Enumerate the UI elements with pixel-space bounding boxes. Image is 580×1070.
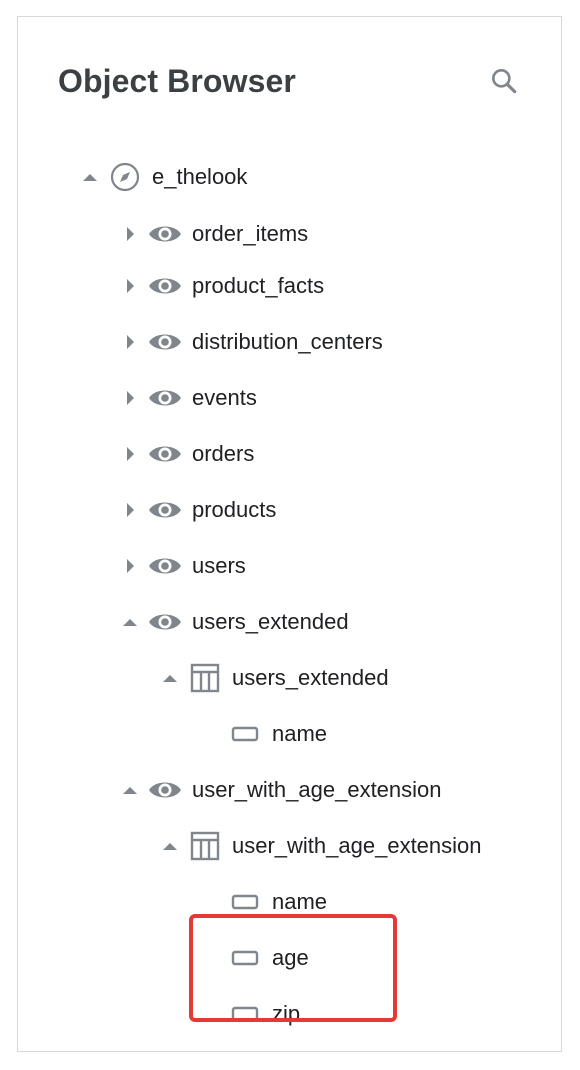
caret-up-icon[interactable]	[118, 610, 142, 634]
tree-item-label: events	[192, 385, 257, 410]
eye-icon	[148, 493, 182, 527]
compass-icon	[108, 160, 142, 194]
tree-item-label: users_extended	[232, 665, 389, 690]
tree-item-label: product_facts	[192, 273, 325, 298]
eye-icon	[148, 325, 182, 359]
tree-item-distribution-centers[interactable]: distribution_centers	[118, 322, 383, 362]
tree-item-label: users	[192, 553, 246, 578]
table-icon	[188, 661, 222, 695]
caret-up-icon[interactable]	[158, 666, 182, 690]
eye-icon	[148, 381, 182, 415]
eye-icon	[148, 605, 182, 639]
caret-right-icon[interactable]	[118, 274, 142, 298]
dimension-icon	[228, 717, 262, 751]
tree-item-order-items[interactable]: order_items	[118, 214, 308, 254]
caret-right-icon[interactable]	[118, 498, 142, 522]
caret-right-icon[interactable]	[118, 386, 142, 410]
eye-icon	[148, 437, 182, 471]
tree-item-label: orders	[192, 441, 255, 466]
tree-item-label: users_extended	[192, 609, 349, 634]
eye-icon	[148, 217, 182, 251]
eye-icon	[148, 549, 182, 583]
tree-item-e-thelook[interactable]: e_thelook	[78, 157, 247, 197]
caret-right-icon[interactable]	[118, 330, 142, 354]
caret-right-icon[interactable]	[118, 222, 142, 246]
tree-item-label: order_items	[192, 221, 309, 246]
panel-title: Object Browser	[58, 63, 296, 99]
tree-item-explore-users-extended[interactable]: users_extended	[158, 658, 389, 698]
table-icon	[188, 829, 222, 863]
search-icon[interactable]	[488, 65, 520, 97]
tree-item-label: e_thelook	[152, 164, 248, 189]
tree-item-field-name[interactable]: name	[222, 714, 327, 754]
tree-item-label: name	[272, 721, 328, 746]
tree-item-users[interactable]: users	[118, 546, 246, 586]
tree-item-label: user_with_age_extension	[232, 833, 482, 858]
eye-icon	[148, 269, 182, 303]
tree-item-products[interactable]: products	[118, 490, 276, 530]
caret-right-icon[interactable]	[118, 554, 142, 578]
tree-item-events[interactable]: events	[118, 378, 257, 418]
tree-item-label: name	[272, 889, 328, 914]
caret-up-icon[interactable]	[158, 834, 182, 858]
caret-up-icon[interactable]	[78, 165, 102, 189]
tree-item-users-extended[interactable]: users_extended	[118, 602, 349, 642]
tree-item-label: user_with_age_extension	[192, 777, 442, 802]
caret-up-icon[interactable]	[118, 778, 142, 802]
tree-item-product-facts[interactable]: product_facts	[118, 266, 324, 306]
highlight-box	[189, 914, 397, 1022]
tree-item-user-with-age-extension[interactable]: user_with_age_extension	[118, 770, 442, 810]
caret-right-icon[interactable]	[118, 442, 142, 466]
tree-item-label: distribution_centers	[192, 329, 383, 354]
tree-item-label: products	[192, 497, 277, 522]
tree-item-explore-user-with-age-extension[interactable]: user_with_age_extension	[158, 826, 482, 866]
eye-icon	[148, 773, 182, 807]
tree-item-orders[interactable]: orders	[118, 434, 254, 474]
